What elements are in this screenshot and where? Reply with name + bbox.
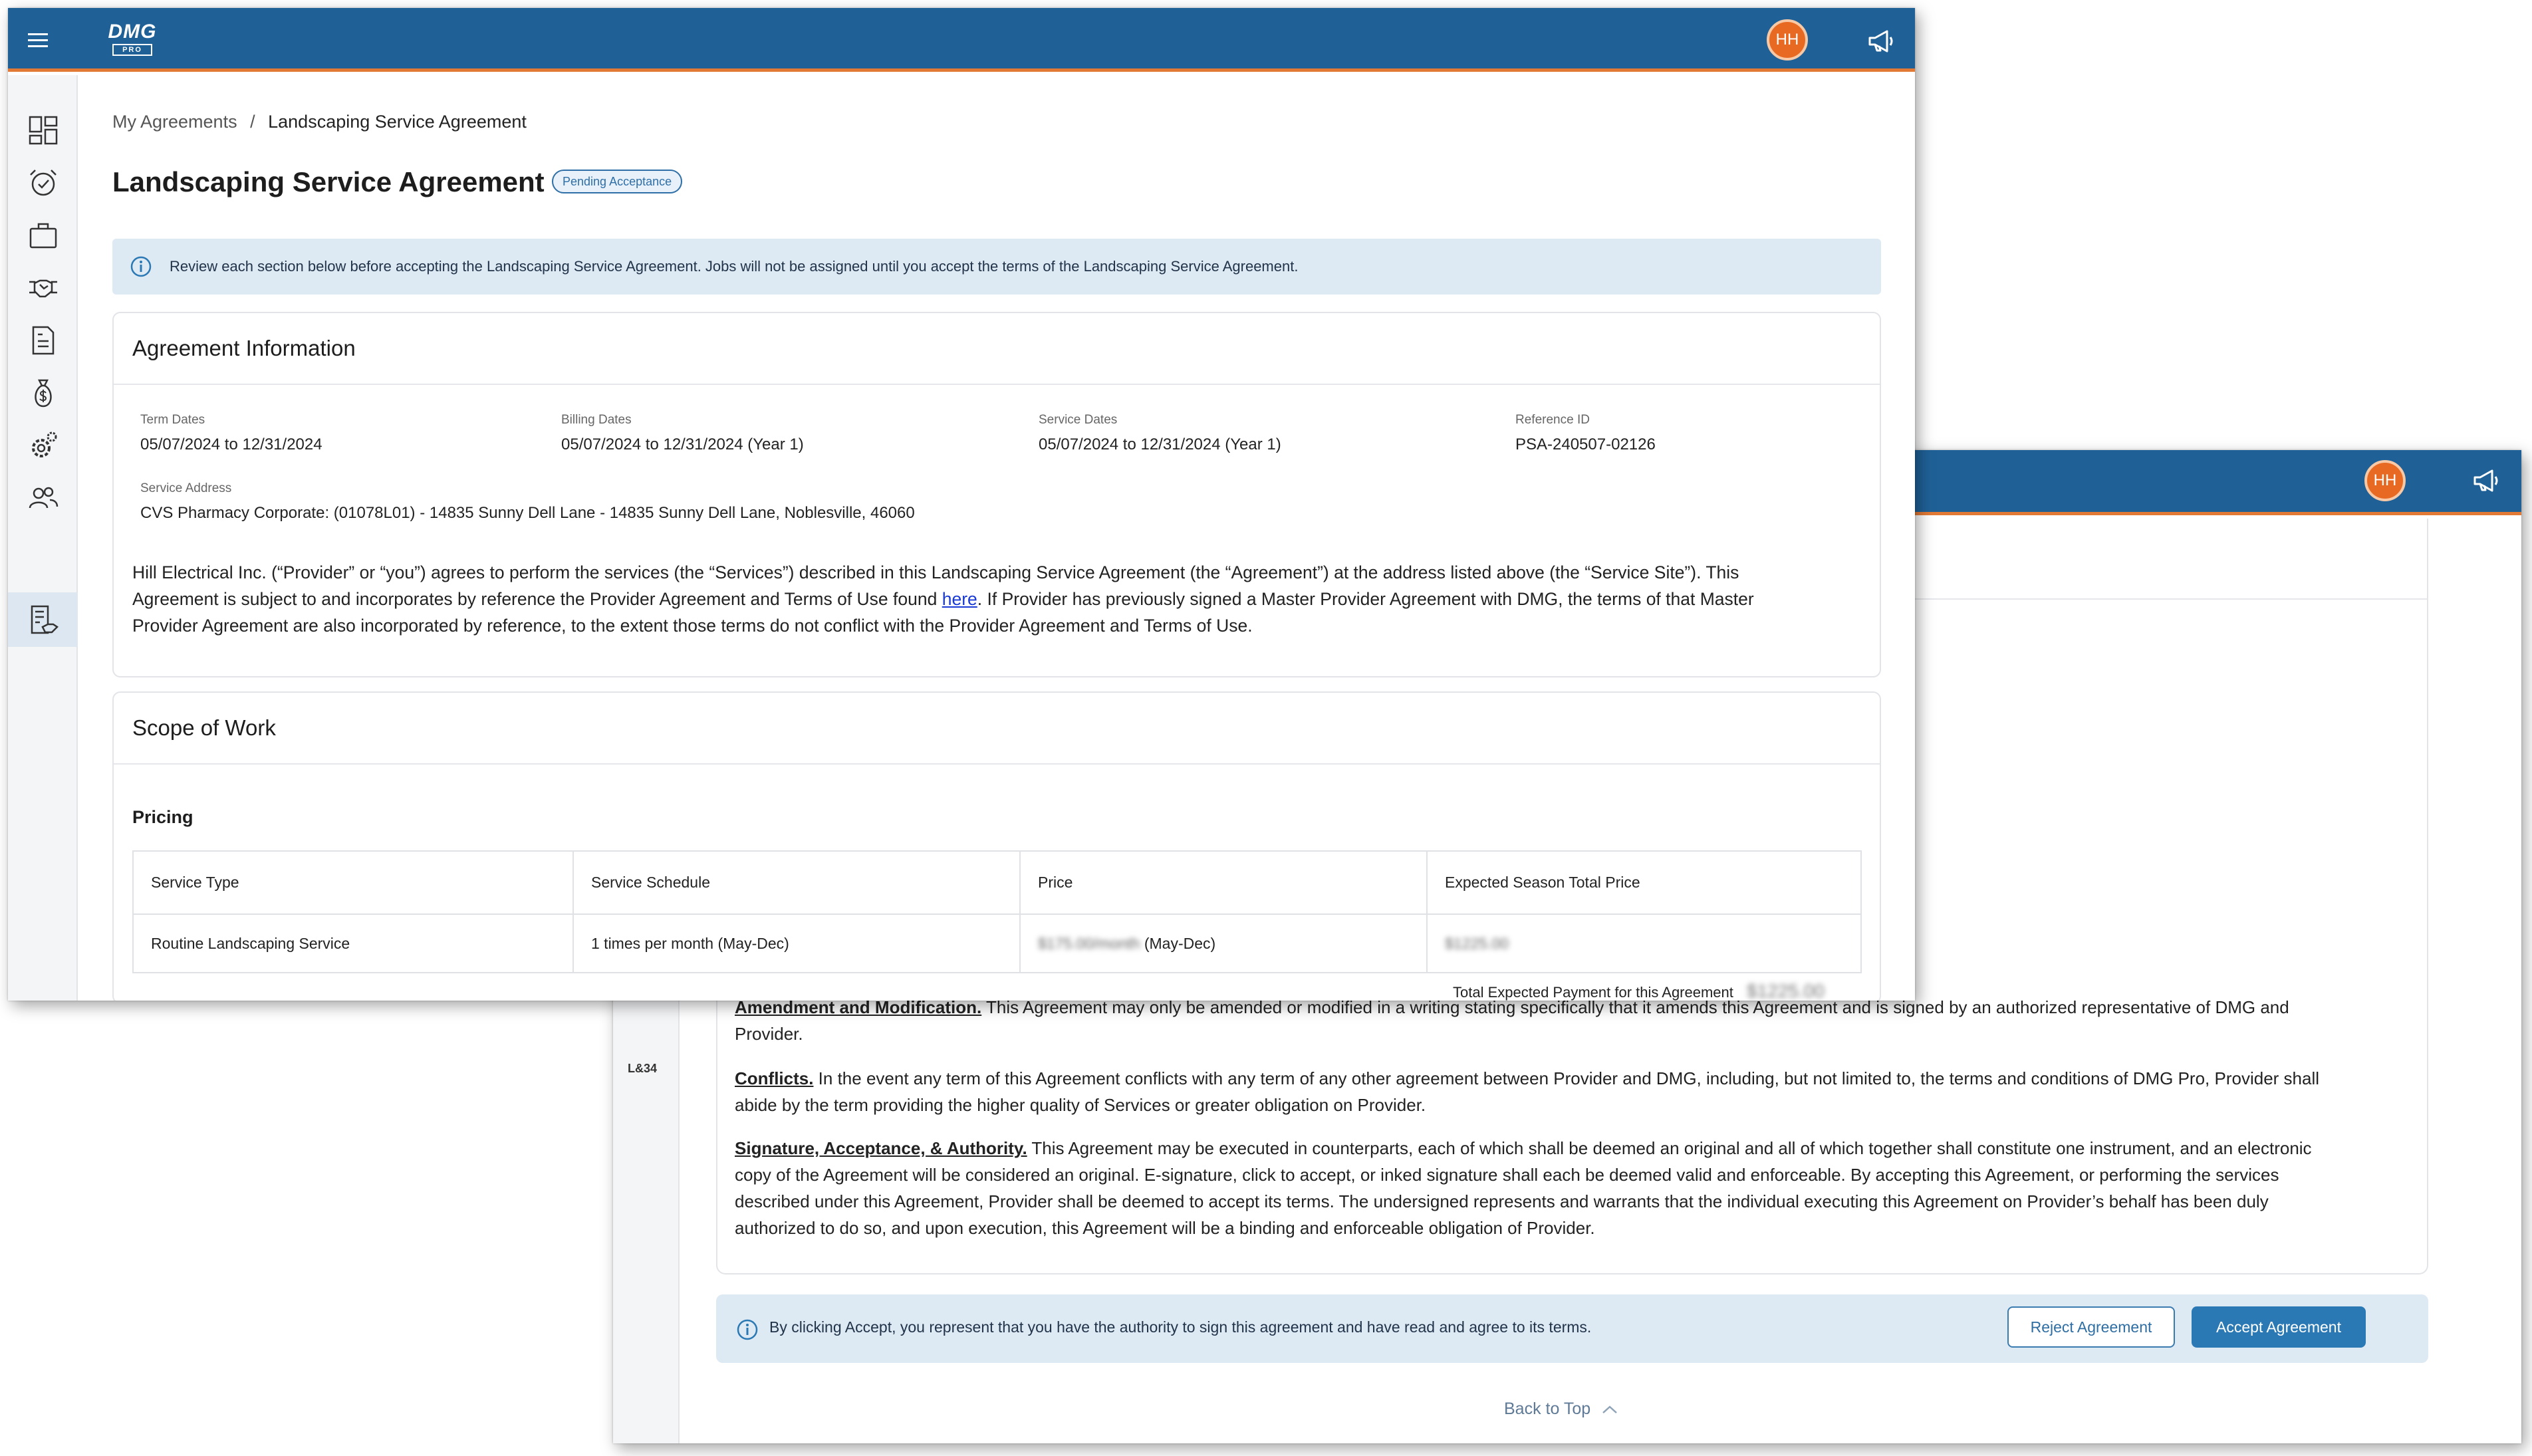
breadcrumb: My Agreements / Landscaping Service Agre… <box>112 112 527 132</box>
megaphone-icon[interactable] <box>1866 28 1896 55</box>
info-icon <box>130 256 152 277</box>
users-icon[interactable] <box>28 483 59 513</box>
chevron-up-icon <box>1602 1405 1618 1413</box>
dmg-pro-logo[interactable]: DMG PRO <box>99 21 166 60</box>
handshake-icon[interactable] <box>28 273 59 303</box>
provider-agreement-link[interactable]: here <box>942 589 977 609</box>
season-total-cell: $1225.00 <box>1426 913 1862 973</box>
info-icon <box>737 1319 758 1340</box>
service-dates-field: Service Dates 05/07/2024 to 12/31/2024 (… <box>1039 413 1281 453</box>
info-banner: Review each section below before accepti… <box>112 239 1881 295</box>
season-total-blurred: $1225.00 <box>1445 934 1509 952</box>
divider <box>114 763 1880 765</box>
info-banner-message: Review each section below before accepti… <box>170 258 1299 275</box>
service-type-cell: Routine Landscaping Service <box>132 913 574 973</box>
billing-dates-field: Billing Dates 05/07/2024 to 12/31/2024 (… <box>561 413 804 453</box>
agreements-icon[interactable] <box>28 604 59 635</box>
megaphone-icon[interactable] <box>2471 467 2501 494</box>
scope-of-work-card: Scope of Work Pricing Service Type Servi… <box>112 691 1881 1001</box>
invoice-icon[interactable] <box>28 325 59 356</box>
total-expected-payment: Total Expected Payment for this Agreemen… <box>1453 981 1825 1001</box>
agreement-information-card: Agreement Information Term Dates 05/07/2… <box>112 312 1881 677</box>
accept-agreement-button[interactable]: Accept Agreement <box>2192 1306 2366 1348</box>
screenshot-stage: HH L&34 Services under this Agreement wi… <box>0 0 2532 1456</box>
term-dates-field: Term Dates 05/07/2024 to 12/31/2024 <box>140 413 322 453</box>
reject-agreement-button[interactable]: Reject Agreement <box>2007 1306 2175 1348</box>
signature-title: Signature, Acceptance, & Authority. <box>735 1138 1027 1158</box>
pricing-label: Pricing <box>132 807 193 827</box>
top-bar: DMG PRO HH <box>8 8 1915 72</box>
service-address-field: Service Address CVS Pharmacy Corporate: … <box>140 481 915 522</box>
agreement-body-text: Hill Electrical Inc. (“Provider” or “you… <box>132 562 1754 636</box>
reference-id-field: Reference ID PSA-240507-02126 <box>1515 413 1656 453</box>
page-title: Landscaping Service Agreement <box>112 166 545 197</box>
dashboard-icon[interactable] <box>28 115 59 146</box>
card-title: Scope of Work <box>132 715 276 740</box>
signature-clause: Signature, Acceptance, & Authority. This… <box>735 1138 2312 1238</box>
back-to-top-link[interactable]: Back to Top <box>1504 1399 1618 1419</box>
conflicts-title: Conflicts. <box>735 1068 814 1088</box>
price-cell: $175.00/month (May-Dec) <box>1019 913 1428 973</box>
column-header: Expected Season Total Price <box>1426 850 1862 915</box>
table-row: Routine Landscaping Service 1 times per … <box>132 913 1862 973</box>
column-header: Service Type <box>132 850 574 915</box>
total-amount-blurred: $1225.00 <box>1747 981 1825 1001</box>
divider <box>114 384 1880 385</box>
agreement-window: DMG PRO HH My Agreements / Landscaping S… <box>8 8 1915 1001</box>
amendment-clause: Amendment and Modification. This Agreeme… <box>735 997 2289 1044</box>
column-header: Price <box>1019 850 1428 915</box>
acceptance-message: By clicking Accept, you represent that y… <box>769 1318 1592 1336</box>
alarm-clock-icon[interactable] <box>28 168 59 198</box>
sidebar <box>8 75 78 1001</box>
pricing-table: Service Type Service Schedule Price Expe… <box>132 850 1862 973</box>
money-bag-icon[interactable] <box>28 378 59 408</box>
user-avatar[interactable]: HH <box>2364 460 2406 501</box>
briefcase-icon[interactable] <box>28 220 59 251</box>
back-to-top-label: Back to Top <box>1504 1399 1591 1418</box>
card-title: Agreement Information <box>132 336 356 360</box>
column-header: Service Schedule <box>572 850 1021 915</box>
breadcrumb-parent-link[interactable]: My Agreements <box>112 112 237 132</box>
table-header-row: Service Type Service Schedule Price Expe… <box>132 850 1862 915</box>
price-value-blurred: $175.00/month <box>1038 934 1140 952</box>
conflicts-clause: Conflicts. In the event any term of this… <box>735 1068 2320 1115</box>
sidebar-partial-label: L&34 <box>628 1062 658 1075</box>
hamburger-menu-icon[interactable] <box>27 32 51 49</box>
user-avatar[interactable]: HH <box>1767 19 1808 61</box>
settings-icon[interactable] <box>28 430 59 461</box>
service-schedule-cell: 1 times per month (May-Dec) <box>572 913 1021 973</box>
breadcrumb-current: Landscaping Service Agreement <box>268 112 527 132</box>
status-badge: Pending Acceptance <box>552 170 683 193</box>
